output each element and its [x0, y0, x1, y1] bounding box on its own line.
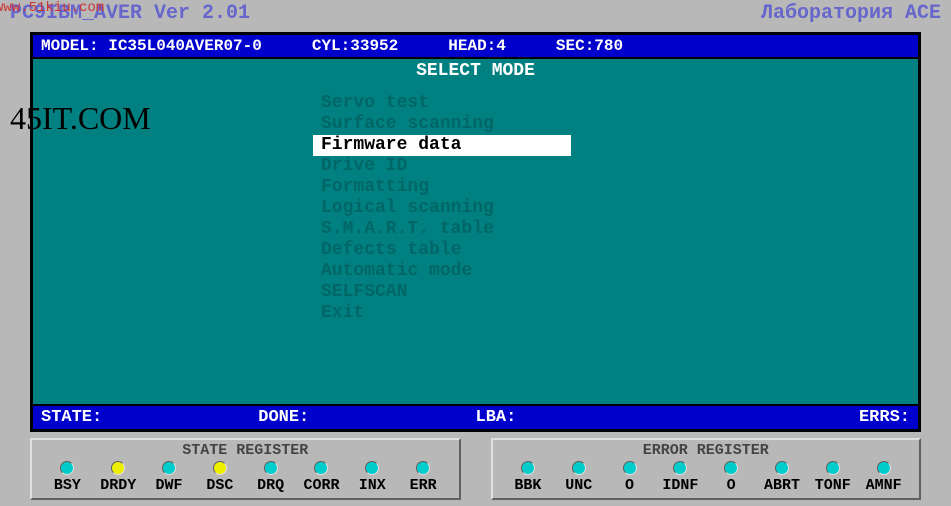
- led-icon: [826, 461, 840, 475]
- cyl-label: CYL:: [312, 37, 350, 55]
- register-label: DRDY: [93, 477, 144, 494]
- register-label: INX: [347, 477, 398, 494]
- led-icon: [162, 461, 176, 475]
- main-panel: MODEL: IC35L040AVER07-0 CYL:33952 HEAD:4…: [30, 32, 921, 432]
- state-register-panel: STATE REGISTER BSYDRDYDWFDSCDRQCORRINXER…: [30, 438, 461, 500]
- register-label: DSC: [194, 477, 245, 494]
- register-label: BBK: [503, 477, 554, 494]
- menu-item-formatting[interactable]: Formatting: [313, 177, 437, 197]
- led-icon: [623, 461, 637, 475]
- state-register-labels: BSYDRDYDWFDSCDRQCORRINXERR: [42, 477, 449, 494]
- watermark-site: 45IT.COM: [10, 100, 151, 137]
- menu-item-selfscan[interactable]: SELFSCAN: [313, 282, 415, 302]
- led-icon: [314, 461, 328, 475]
- menu-item-defects-table[interactable]: Defects table: [313, 240, 469, 260]
- status-errs: ERRS:: [693, 408, 910, 427]
- register-label: DRQ: [245, 477, 296, 494]
- led-icon: [775, 461, 789, 475]
- status-lba: LBA:: [476, 408, 693, 427]
- led-icon: [521, 461, 535, 475]
- led-icon: [724, 461, 738, 475]
- state-register-leds: [42, 461, 449, 475]
- error-register-labels: BBKUNCOIDNFOABRTTONFAMNF: [503, 477, 910, 494]
- led-icon: [673, 461, 687, 475]
- menu-item-surface-scanning[interactable]: Surface scanning: [313, 114, 502, 134]
- lab-label: Лаборатория ACE: [761, 2, 941, 26]
- version-label: Ver 2.01: [154, 2, 250, 25]
- watermark-url: www.51kiu.com: [0, 0, 104, 16]
- menu-item-servo-test[interactable]: Servo test: [313, 93, 437, 113]
- led-icon: [264, 461, 278, 475]
- sec-value: 780: [594, 37, 623, 55]
- sec-label: SEC:: [556, 37, 594, 55]
- led-icon: [111, 461, 125, 475]
- menu-item-drive-id[interactable]: Drive ID: [313, 156, 415, 176]
- register-label: UNC: [553, 477, 604, 494]
- menu-item-automatic-mode[interactable]: Automatic mode: [313, 261, 480, 281]
- header-bar: PC9IBM_AVER Ver 2.01 Лаборатория ACE: [0, 0, 951, 28]
- led-icon: [416, 461, 430, 475]
- register-label: BSY: [42, 477, 93, 494]
- menu-item-exit[interactable]: Exit: [313, 303, 372, 323]
- led-icon: [60, 461, 74, 475]
- status-done: DONE:: [258, 408, 475, 427]
- menu-item-logical-scanning[interactable]: Logical scanning: [313, 198, 502, 218]
- register-label: AMNF: [858, 477, 909, 494]
- error-register-leds: [503, 461, 910, 475]
- error-register-panel: ERROR REGISTER BBKUNCOIDNFOABRTTONFAMNF: [491, 438, 922, 500]
- led-icon: [365, 461, 379, 475]
- status-bar: STATE: DONE: LBA: ERRS:: [33, 404, 918, 429]
- menu-container: Servo test Surface scanning Firmware dat…: [33, 83, 918, 324]
- model-value: IC35L040AVER07-0: [108, 37, 262, 55]
- register-label: TONF: [807, 477, 858, 494]
- register-label: IDNF: [655, 477, 706, 494]
- led-icon: [572, 461, 586, 475]
- register-label: ABRT: [757, 477, 808, 494]
- state-register-title: STATE REGISTER: [42, 442, 449, 459]
- menu-item-smart-table[interactable]: S.M.A.R.T. table: [313, 219, 502, 239]
- led-icon: [213, 461, 227, 475]
- register-label: O: [604, 477, 655, 494]
- register-label: ERR: [398, 477, 449, 494]
- info-bar: MODEL: IC35L040AVER07-0 CYL:33952 HEAD:4…: [33, 35, 918, 59]
- status-state: STATE:: [41, 408, 258, 427]
- model-label: MODEL:: [41, 37, 99, 55]
- head-value: 4: [496, 37, 506, 55]
- register-row: STATE REGISTER BSYDRDYDWFDSCDRQCORRINXER…: [30, 438, 921, 500]
- register-label: O: [706, 477, 757, 494]
- error-register-title: ERROR REGISTER: [503, 442, 910, 459]
- register-label: CORR: [296, 477, 347, 494]
- cyl-value: 33952: [350, 37, 398, 55]
- head-label: HEAD:: [448, 37, 496, 55]
- led-icon: [877, 461, 891, 475]
- menu-item-firmware-data[interactable]: Firmware data: [313, 135, 571, 156]
- register-label: DWF: [144, 477, 195, 494]
- select-mode-title: SELECT MODE: [33, 59, 918, 83]
